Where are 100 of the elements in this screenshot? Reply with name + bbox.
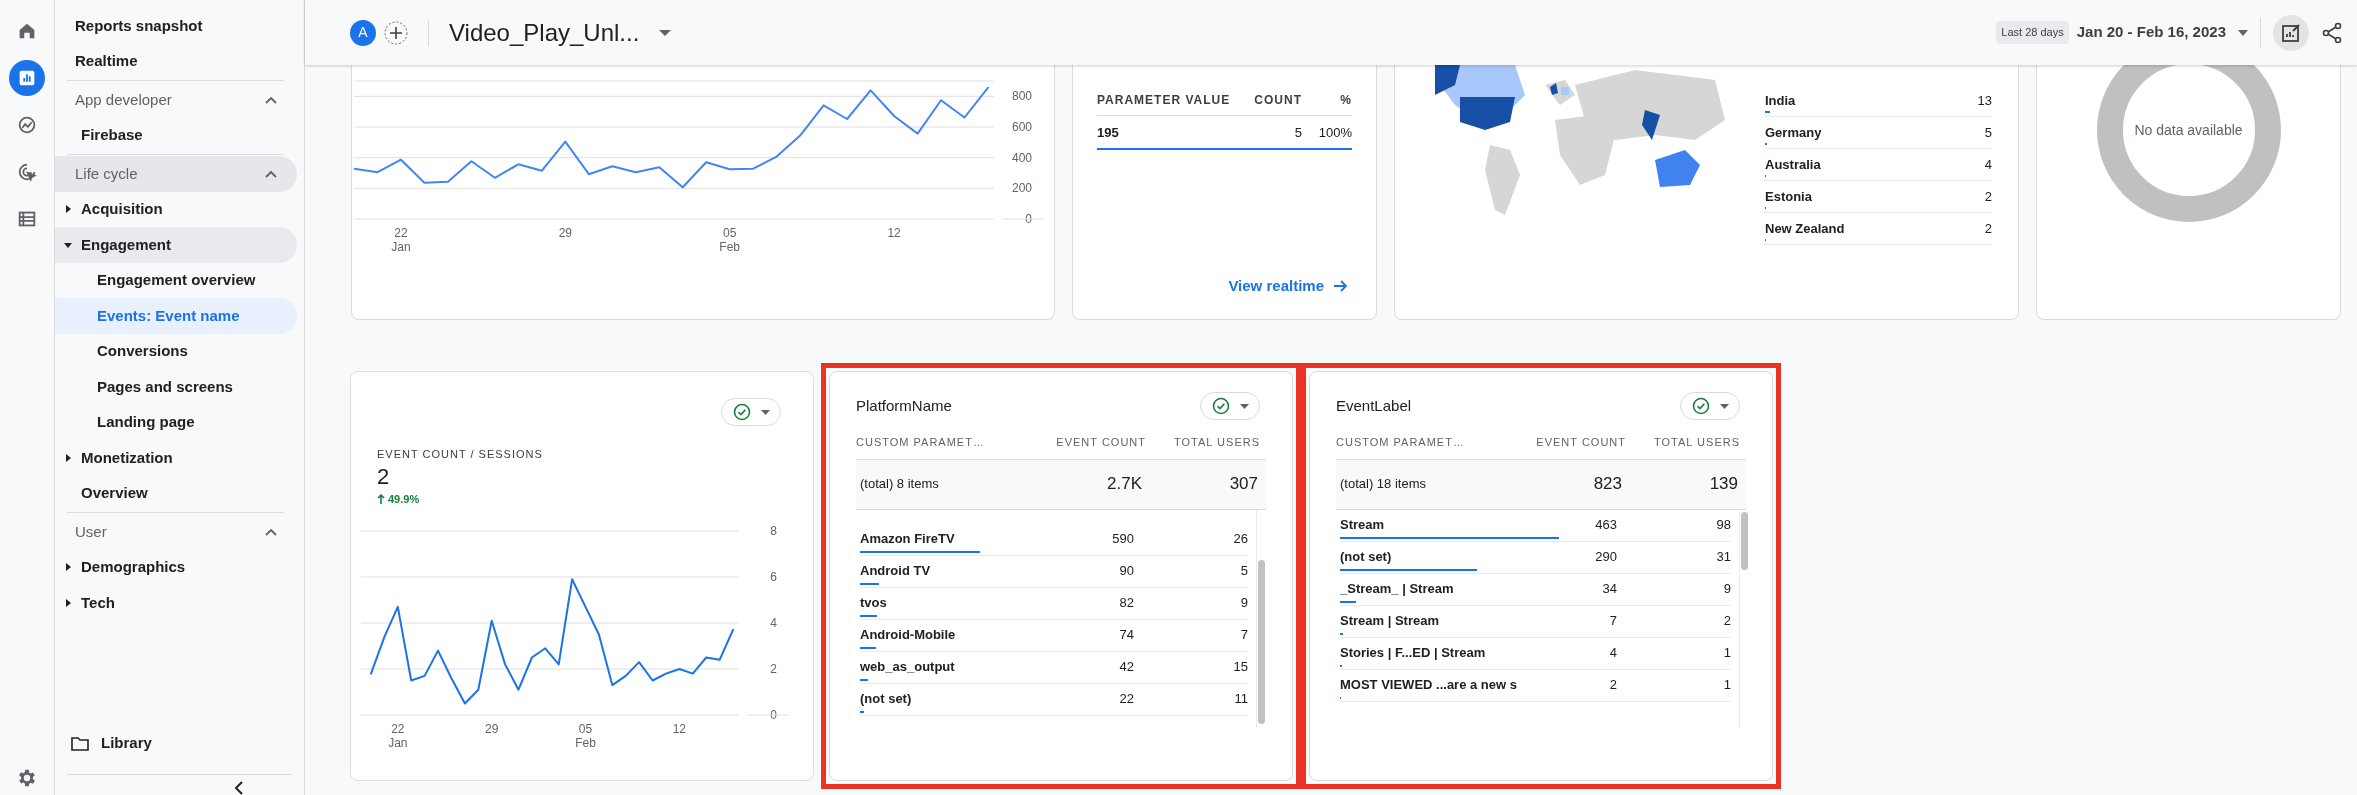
caret-down-icon — [760, 409, 770, 415]
column-header: % — [1339, 92, 1352, 109]
change-value: 49.9% — [388, 491, 420, 507]
country-value: 2 — [1984, 187, 1992, 206]
table-cell-text: 4 — [1608, 644, 1617, 663]
nav-subitem[interactable]: Landing page — [55, 404, 297, 440]
target-cursor-icon — [16, 161, 38, 183]
nav-item[interactable]: Tech — [55, 585, 297, 621]
nav-link[interactable]: Realtime — [55, 43, 297, 79]
y-tick-label: 400 — [1011, 150, 1032, 165]
total-cell-text: (total) 8 items — [860, 475, 940, 494]
metric-value: 2 — [377, 462, 391, 491]
edit-chart-icon — [2281, 22, 2301, 43]
table-cell-text: Stream — [1340, 516, 1386, 535]
view-realtime-link[interactable]: View realtime — [1228, 274, 1348, 297]
country-name: Estonia — [1765, 187, 1812, 206]
table-cell-text: 82 — [1118, 594, 1134, 613]
chevron-up-icon — [265, 527, 277, 536]
chevron-up-icon — [265, 169, 277, 178]
trend-chart-icon — [16, 114, 38, 136]
nav-section-header[interactable]: Life cycle — [55, 156, 297, 192]
folder-icon — [71, 736, 89, 751]
table-cell-text: 5 — [1239, 562, 1248, 581]
nav-item[interactable]: Monetization — [55, 440, 297, 476]
table-cell-text: (not set) — [860, 690, 913, 709]
table-cell-text: 463 — [1594, 516, 1617, 535]
nav-item[interactable]: Demographics — [55, 549, 297, 585]
caret-right-icon — [64, 598, 72, 607]
table-cell-text: 9 — [1722, 580, 1731, 599]
y-tick-label: 8 — [770, 524, 777, 538]
library-link[interactable]: Library — [55, 726, 304, 761]
add-icon[interactable] — [384, 20, 408, 45]
check-circle-icon — [1211, 397, 1230, 415]
x-tick-label: 22 Jan — [391, 226, 411, 254]
column-header: COUNT — [1253, 92, 1302, 109]
x-tick-label: 12 — [672, 722, 687, 736]
table-cell-text: 34 — [1601, 580, 1617, 599]
x-tick-label: 22 Jan — [388, 722, 408, 750]
rail-button[interactable] — [9, 60, 45, 96]
card-title: EventLabel — [1336, 395, 1412, 416]
nav-link[interactable]: Reports snapshot — [55, 8, 297, 44]
customize-report-button[interactable] — [2273, 14, 2309, 51]
caret-right-icon — [64, 453, 72, 462]
table-cell-text: 290 — [1594, 548, 1617, 567]
caret-right-icon — [64, 205, 72, 214]
dropdown-caret-icon[interactable] — [2238, 29, 2248, 36]
y-tick-label: 2 — [770, 662, 777, 676]
total-cell-text: 823 — [1592, 473, 1622, 496]
nav-item[interactable]: Firebase — [55, 117, 297, 153]
collapse-chevron-icon[interactable] — [234, 781, 244, 795]
nav-item[interactable]: Engagement — [55, 227, 297, 263]
y-tick-label: 6 — [770, 570, 777, 584]
table-cell-text: Android TV — [860, 562, 932, 581]
scrollbar[interactable] — [1256, 509, 1266, 728]
nav-subitem[interactable]: Conversions — [55, 333, 297, 369]
total-cell-text: 2.7K — [1106, 473, 1142, 496]
country-name: Germany — [1765, 123, 1822, 142]
arrow-right-icon — [1334, 279, 1348, 292]
country-name: New Zealand — [1765, 219, 1845, 238]
nav-subitem[interactable]: Engagement overview — [55, 262, 297, 298]
table-cell-text: 1 — [1722, 644, 1731, 663]
caret-down-icon — [1239, 403, 1249, 409]
table-cell-text: tvos — [860, 594, 888, 613]
avatar[interactable]: A — [350, 19, 376, 46]
y-tick-label: 800 — [1011, 89, 1032, 104]
table-cell-text: 22 — [1118, 690, 1134, 709]
nav-subitem[interactable]: Pages and screens — [55, 369, 297, 405]
metric-label: EVENT COUNT / SESSIONS — [377, 447, 544, 462]
table-cell-text: 2 — [1722, 612, 1731, 631]
dropdown-caret-icon[interactable] — [659, 28, 672, 37]
table-cell-text: 42 — [1118, 658, 1134, 677]
y-tick-label: 200 — [1011, 181, 1032, 196]
x-tick-label: 05 Feb — [575, 722, 596, 750]
check-circle-icon — [732, 403, 751, 421]
table-cell-text: 15 — [1232, 658, 1248, 677]
page-title: Video_Play_Unl... — [449, 17, 640, 48]
table-cell-text: 11 — [1233, 690, 1248, 709]
total-cell-text: 139 — [1708, 473, 1739, 496]
table-cell-text: Stream | Stream — [1340, 612, 1441, 631]
table-cell-text: 26 — [1232, 530, 1248, 549]
settings-icon[interactable] — [16, 767, 38, 789]
nav-subitem[interactable]: Events: Event name — [55, 298, 297, 334]
nav-item[interactable]: Acquisition — [55, 191, 297, 227]
section-title: App developer — [75, 89, 172, 110]
country-value: 2 — [1984, 219, 1992, 238]
scrollbar[interactable] — [1739, 509, 1748, 728]
nav-item[interactable]: Overview — [55, 475, 297, 511]
table-cell-text: 100% — [1317, 124, 1352, 142]
arrow-up-icon — [377, 493, 385, 504]
date-range[interactable]: Jan 20 - Feb 16, 2023 — [2076, 21, 2226, 44]
y-tick-label: 4 — [770, 616, 777, 630]
share-icon[interactable] — [2321, 21, 2343, 44]
x-tick-label: 12 — [887, 226, 901, 240]
table-cell-text: 90 — [1118, 562, 1134, 581]
caret-down-icon — [64, 240, 72, 249]
column-header: TOTAL USERS — [1653, 435, 1741, 450]
check-circle-icon — [1691, 397, 1710, 415]
country-value: 4 — [1984, 155, 1992, 174]
column-header: EVENT COUNT — [1535, 435, 1626, 450]
table-cell-text: MOST VIEWED ...are a new s — [1340, 676, 1517, 695]
